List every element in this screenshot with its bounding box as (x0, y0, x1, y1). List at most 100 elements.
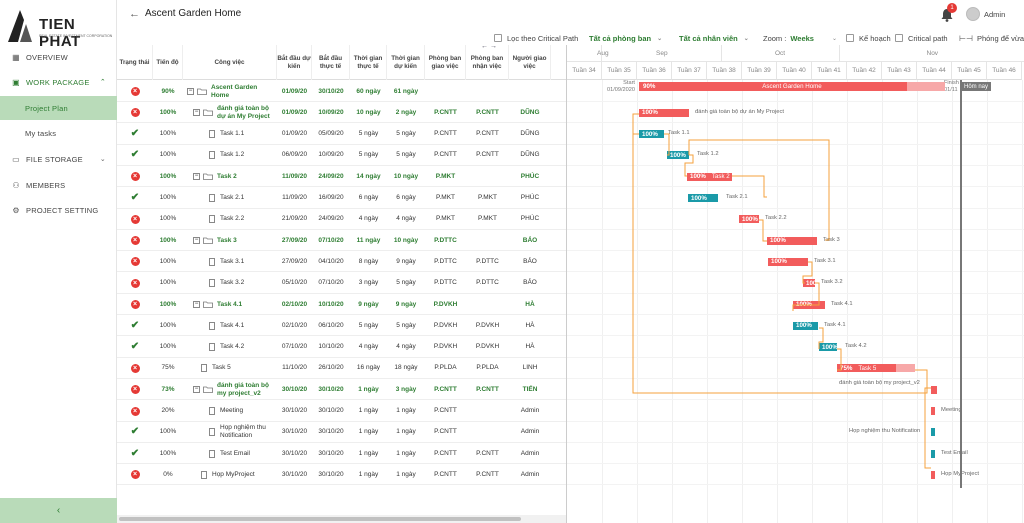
sidebar-collapse-button[interactable]: ‹ (0, 498, 117, 523)
task-name-cell[interactable]: − đánh giá toàn bộ my project_v2 (183, 379, 277, 400)
sidebar-item-work-package[interactable]: ▣ WORK PACKAGE ⌃ (0, 70, 117, 94)
table-row[interactable]: × 100% Task 2.2 21/09/20 24/09/20 4 ngày 4 ngà… (117, 209, 566, 230)
task-name-cell[interactable]: Task 4.2 (183, 337, 277, 358)
critical-path-toggle[interactable]: Critical path (895, 31, 948, 45)
checkbox[interactable] (494, 34, 502, 42)
extra-column-cell (551, 294, 566, 315)
table-row[interactable]: ✔ 100% Task 1.1 01/09/20 05/09/20 5 ngày 5 ngà… (117, 124, 566, 145)
actual-start-header[interactable]: Bắt đầu thực tế (312, 45, 350, 80)
planned-duration-cell: 18 ngày (394, 364, 418, 372)
user-name[interactable]: Admin (984, 10, 1005, 19)
critical-path-filter[interactable]: Lọc theo Critical Path (494, 31, 578, 45)
checkbox[interactable] (846, 34, 854, 42)
task-name-cell[interactable]: Task 1.2 (183, 145, 277, 166)
task-name-cell[interactable]: Task 2.2 (183, 209, 277, 230)
planned-start-cell: 21/09/20 (281, 215, 308, 223)
collapse-toggle-icon[interactable]: − (193, 173, 200, 181)
actual-duration-header[interactable]: Thời gian thực tế (350, 45, 387, 80)
task-name-cell[interactable]: − đánh giá toàn bộ dự án My Project (183, 102, 277, 123)
table-row[interactable]: ✔ 100% Task 4.1 02/10/20 06/10/20 5 ngày 5 ngà… (117, 315, 566, 337)
task-name-cell[interactable]: Họp nghiệm thu Notification (183, 422, 277, 443)
checkbox[interactable] (895, 34, 903, 42)
task-name-cell[interactable]: Task 3.1 (183, 251, 277, 272)
fit-to-screen-button[interactable]: ⊢⊣ Phóng để vừa (959, 31, 1024, 45)
table-group-row[interactable]: × 100% − Task 3 27/09/20 07/10/20 11 ngày 10 ng… (117, 230, 566, 252)
department-select[interactable]: Tất cả phòng ban ⌄ (589, 31, 662, 45)
file-icon (209, 257, 215, 266)
plan-toggle[interactable]: Kế hoạch (846, 31, 891, 45)
back-arrow-icon[interactable]: ← (129, 8, 140, 20)
table-row[interactable]: × 20% Meeting 30/10/20 30/10/20 1 ngày 1 ngày P… (117, 401, 566, 422)
progress-header[interactable]: Tiến độ (153, 45, 183, 80)
zoom-select[interactable]: Zoom : Weeks ⌄ (763, 31, 837, 45)
status-cell: ✔ (117, 422, 153, 443)
status-cell: × (117, 102, 153, 123)
task-name-cell[interactable]: Task 4.1 (183, 315, 277, 336)
assigner-header[interactable]: Người giao việc (509, 45, 551, 80)
status-overdue-icon: × (130, 385, 140, 395)
table-row[interactable]: ✔ 100% Họp nghiệm thu Notification 30/10/20… (117, 422, 566, 443)
staff-select[interactable]: Tất cả nhân viên ⌄ (679, 31, 749, 45)
assigning-dept-cell: P.PLDA (434, 364, 457, 372)
task-name-cell[interactable]: Họp MyProject (183, 464, 277, 485)
progress-cell: 73% (161, 385, 175, 393)
task-name-cell[interactable]: − Task 2 (183, 166, 277, 187)
assigner-cell: HÀ (525, 343, 535, 351)
table-group-row[interactable]: × 73% − đánh giá toàn bộ my project_v2 30/10… (117, 379, 566, 401)
column-scroll-arrows[interactable]: ← → (481, 45, 497, 50)
planned-start-header[interactable]: Bắt đầu dự kiến (277, 45, 312, 80)
table-group-row[interactable]: × 100% − đánh giá toàn bộ dự án My Project 0… (117, 102, 566, 124)
sidebar-item-project-setting[interactable]: ⚙ PROJECT SETTING (0, 198, 117, 222)
collapse-toggle-icon[interactable]: − (193, 109, 200, 117)
table-row[interactable]: ✔ 100% Task 4.2 07/10/20 10/10/20 4 ngày 4 ngà… (117, 337, 566, 358)
task-name-cell[interactable]: Task 1.1 (183, 124, 277, 145)
extra-column-cell (551, 379, 566, 400)
task-name: Task 2 (217, 172, 237, 180)
status-header[interactable]: Trạng thái (117, 45, 153, 80)
assigning-dept-header[interactable]: Phòng ban giao việc (425, 45, 466, 80)
table-row[interactable]: ✔ 100% Test Email 30/10/20 30/10/20 1 ngày 1 n… (117, 443, 566, 465)
task-name-cell[interactable]: Meeting (183, 401, 277, 422)
receiving-dept-cell (466, 230, 509, 251)
progress-cell: 100% (159, 321, 177, 329)
collapse-toggle-icon[interactable]: − (187, 88, 194, 95)
table-row[interactable]: ✔ 100% Task 2.1 11/09/20 16/09/20 6 ngày 6 ngà… (117, 188, 566, 209)
task-name-cell[interactable]: − Ascent Garden Home (183, 81, 277, 102)
folder-icon (203, 237, 213, 244)
table-row[interactable]: × 100% Task 3.1 27/09/20 04/10/20 8 ngày 9 ngà… (117, 251, 566, 273)
sidebar-item-overview[interactable]: ▦ OVERVIEW (0, 45, 117, 69)
table-group-row[interactable]: × 90% − Ascent Garden Home 01/09/20 30/10/20 6… (117, 81, 566, 102)
scrollbar-thumb[interactable] (119, 517, 521, 521)
table-row[interactable]: × 75% Task 5 11/10/20 26/10/20 16 ngày 18 ngày… (117, 358, 566, 379)
avatar[interactable] (966, 7, 980, 21)
progress-cell: 100% (159, 257, 177, 265)
table-group-row[interactable]: × 100% − Task 2 11/09/20 24/09/20 14 ngày 10 ng… (117, 166, 566, 188)
collapse-toggle-icon[interactable]: − (193, 301, 200, 308)
progress-cell: 20% (161, 407, 175, 414)
task-name-cell[interactable]: Task 2.1 (183, 188, 277, 209)
task-name-cell[interactable]: Task 5 (183, 358, 277, 379)
table-group-row[interactable]: × 100% − Task 4.1 02/10/20 10/10/20 9 ngày 9 ng… (117, 294, 566, 315)
status-done-icon: ✔ (130, 447, 140, 459)
planned-start-cell: 11/09/20 (282, 172, 307, 180)
sidebar-item-project-plan[interactable]: Project Plan (0, 96, 117, 120)
receiving-dept-header[interactable]: Phòng ban nhận việc (466, 45, 509, 80)
status-overdue-icon: × (130, 406, 140, 416)
sidebar-item-file-storage[interactable]: ▭ FILE STORAGE ⌄ (0, 147, 117, 171)
task-header[interactable]: Công việc (183, 45, 277, 80)
table-row[interactable]: × 0% Họp MyProject 30/10/20 30/10/20 1 ngày 1 … (117, 464, 566, 486)
task-name-cell[interactable]: Test Email (183, 443, 277, 464)
planned-duration-header[interactable]: Thời gian dự kiến (387, 45, 425, 80)
table-row[interactable]: ✔ 100% Task 1.2 06/09/20 10/09/20 5 ngày 5 ngà… (117, 145, 566, 166)
table-row[interactable]: × 100% Task 3.2 05/10/20 07/10/20 3 ngày 5 ngà… (117, 273, 566, 294)
folder-icon: ▭ (12, 154, 20, 164)
task-name-cell[interactable]: − Task 4.1 (183, 294, 277, 315)
task-name-cell[interactable]: − Task 3 (183, 230, 277, 251)
sidebar-item-my-tasks[interactable]: My tasks (0, 121, 117, 145)
sidebar-item-members[interactable]: ⚇ MEMBERS (0, 173, 117, 197)
horizontal-scrollbar[interactable] (117, 515, 566, 523)
task-name-cell[interactable]: Task 3.2 (183, 273, 277, 294)
collapse-toggle-icon[interactable]: − (193, 386, 200, 394)
collapse-toggle-icon[interactable]: − (193, 237, 200, 245)
chevron-left-icon: ‹ (56, 505, 61, 516)
